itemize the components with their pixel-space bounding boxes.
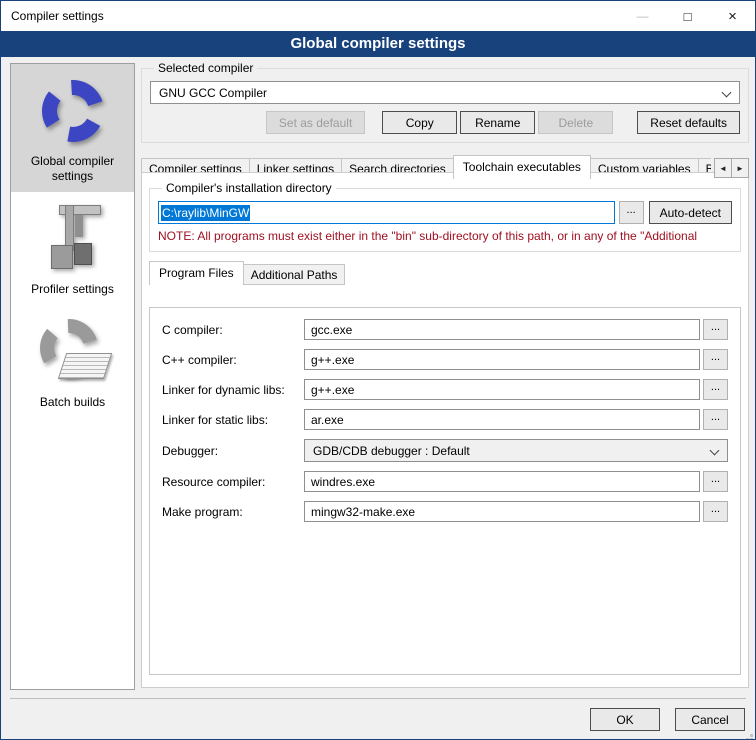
field-row-c-compiler: C compiler: ... (162, 319, 728, 340)
debugger-select-value: GDB/CDB debugger : Default (313, 444, 470, 458)
resource-compiler-label: Resource compiler: (162, 475, 304, 489)
auto-detect-button[interactable]: Auto-detect (649, 201, 732, 224)
set-as-default-button[interactable]: Set as default (266, 111, 365, 134)
sidebar-item-batch-builds[interactable]: Batch builds (11, 305, 134, 418)
c-compiler-input[interactable] (304, 319, 700, 340)
field-row-make-program: Make program: ... (162, 501, 728, 522)
static-linker-browse-button[interactable]: ... (703, 409, 728, 430)
main-panel: Selected compiler GNU GCC Compiler Set a… (141, 61, 749, 690)
sidebar-item-label: Global compiler settings (15, 154, 130, 184)
ok-button[interactable]: OK (590, 708, 660, 731)
title-bar: Compiler settings — □ × (1, 1, 755, 31)
installation-directory-legend: Compiler's installation directory (162, 181, 336, 195)
installation-directory-group: Compiler's installation directory C:\ray… (149, 181, 741, 252)
page-title: Global compiler settings (1, 31, 755, 57)
chevron-down-icon (710, 446, 720, 456)
cpp-compiler-label: C++ compiler: (162, 353, 304, 367)
tab-scroll-left-button[interactable]: ◄ (714, 158, 732, 178)
sidebar-item-global-compiler-settings[interactable]: Global compiler settings (11, 64, 134, 192)
installation-directory-input[interactable]: C:\raylib\MinGW (158, 201, 615, 224)
cpp-compiler-browse-button[interactable]: ... (703, 349, 728, 370)
compiler-select-value: GNU GCC Compiler (159, 86, 267, 100)
make-program-browse-button[interactable]: ... (703, 501, 728, 522)
sidebar-item-label: Profiler settings (15, 282, 130, 297)
toolchain-executables-panel: Compiler's installation directory C:\ray… (141, 172, 749, 688)
compiler-settings-dialog: Compiler settings — □ × Global compiler … (0, 0, 756, 740)
dynamic-linker-label: Linker for dynamic libs: (162, 383, 304, 397)
installation-directory-browse-button[interactable]: ... (619, 201, 644, 224)
subtab-additional-paths[interactable]: Additional Paths (243, 264, 346, 285)
close-button[interactable]: × (710, 2, 755, 31)
caliper-icon (41, 203, 105, 275)
window-title: Compiler settings (11, 9, 620, 23)
sidebar-item-label: Batch builds (15, 395, 130, 410)
minimize-button[interactable]: — (620, 2, 665, 31)
static-linker-input[interactable] (304, 409, 700, 430)
static-linker-label: Linker for static libs: (162, 413, 304, 427)
copy-button[interactable]: Copy (382, 111, 457, 134)
c-compiler-label: C compiler: (162, 323, 304, 337)
minimize-icon: — (637, 9, 649, 23)
maximize-icon: □ (684, 9, 692, 24)
settings-category-list: Global compiler settings Profiler settin… (10, 63, 135, 690)
dynamic-linker-input[interactable] (304, 379, 700, 400)
maximize-button[interactable]: □ (665, 2, 710, 31)
make-program-input[interactable] (304, 501, 700, 522)
arrow-right-icon: ► (736, 164, 744, 173)
program-subtabs: Program Files Additional Paths (149, 262, 741, 285)
bin-subdirectory-note: NOTE: All programs must exist either in … (158, 229, 732, 243)
tab-toolchain-executables[interactable]: Toolchain executables (453, 155, 591, 179)
reset-defaults-button[interactable]: Reset defaults (637, 111, 740, 134)
arrow-left-icon: ◄ (719, 164, 727, 173)
footer-divider (10, 698, 746, 699)
installation-directory-value: C:\raylib\MinGW (161, 205, 250, 221)
close-icon: × (728, 8, 737, 25)
debugger-label: Debugger: (162, 444, 304, 458)
field-row-debugger: Debugger: GDB/CDB debugger : Default (162, 439, 728, 462)
tab-scroll-right-button[interactable]: ► (731, 158, 749, 178)
selected-compiler-group: Selected compiler GNU GCC Compiler Set a… (141, 61, 749, 143)
field-row-cpp-compiler: C++ compiler: ... (162, 349, 728, 370)
delete-button[interactable]: Delete (538, 111, 613, 134)
resource-compiler-input[interactable] (304, 471, 700, 492)
debugger-select[interactable]: GDB/CDB debugger : Default (304, 439, 728, 462)
make-program-label: Make program: (162, 505, 304, 519)
selected-compiler-legend: Selected compiler (154, 61, 257, 75)
program-files-panel: C compiler: ... C++ compiler: ... Linker… (149, 307, 741, 675)
subtab-program-files[interactable]: Program Files (149, 261, 244, 285)
field-row-static-linker: Linker for static libs: ... (162, 409, 728, 430)
gray-gear-stack-icon (38, 315, 108, 389)
c-compiler-browse-button[interactable]: ... (703, 319, 728, 340)
field-row-dynamic-linker: Linker for dynamic libs: ... (162, 379, 728, 400)
rename-button[interactable]: Rename (460, 111, 535, 134)
cpp-compiler-input[interactable] (304, 349, 700, 370)
sidebar-item-profiler-settings[interactable]: Profiler settings (11, 192, 134, 305)
compiler-actions: Set as default Copy Rename Delete Reset … (150, 111, 740, 134)
cancel-button[interactable]: Cancel (675, 708, 745, 731)
resource-compiler-browse-button[interactable]: ... (703, 471, 728, 492)
compiler-select[interactable]: GNU GCC Compiler (150, 81, 740, 104)
tab-scroll-buttons: ◄ ► (714, 158, 749, 178)
blue-gear-icon (42, 80, 104, 142)
field-row-resource-compiler: Resource compiler: ... (162, 471, 728, 492)
chevron-down-icon (722, 88, 732, 98)
dynamic-linker-browse-button[interactable]: ... (703, 379, 728, 400)
resize-grip[interactable] (750, 734, 753, 737)
dialog-footer: OK Cancel (1, 698, 755, 739)
